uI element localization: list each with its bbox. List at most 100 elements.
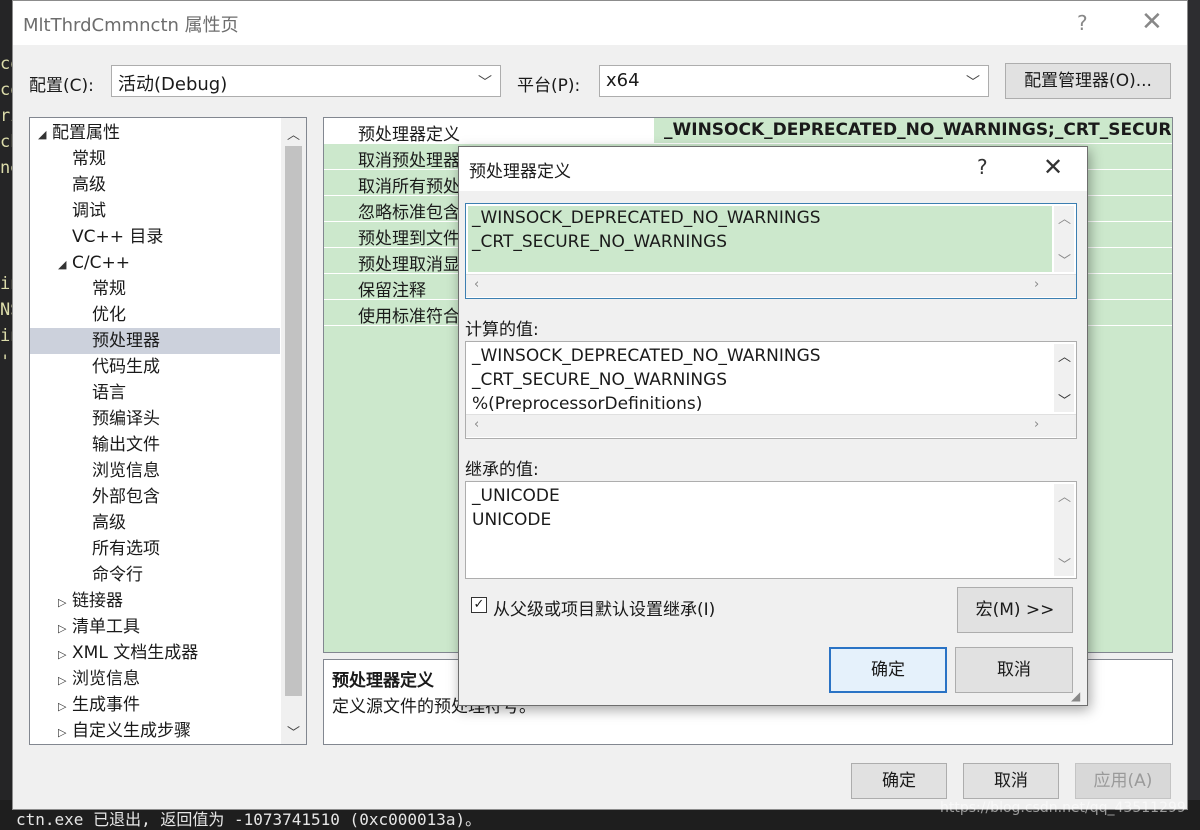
scroll-up-icon[interactable]: ︿ <box>1058 486 1071 505</box>
apply-button[interactable]: 应用(A) <box>1075 763 1171 799</box>
tree-item[interactable]: ▷ XML 文档生成器 <box>30 640 280 666</box>
inherited-line: _UNICODE <box>472 486 560 506</box>
edit-vscroll[interactable]: ︿ ﹀ <box>1054 206 1074 272</box>
scroll-left-icon[interactable]: ‹ <box>474 277 479 292</box>
tree-item-label: 常规 <box>92 279 126 299</box>
evaluated-line: %(PreprocessorDefinitions) <box>472 394 703 412</box>
config-manager-button[interactable]: 配置管理器(O)... <box>1005 63 1171 99</box>
tree-item-label: 语言 <box>92 383 126 403</box>
scroll-right-icon[interactable]: › <box>1034 277 1039 292</box>
scroll-down-icon[interactable]: ﹀ <box>1058 390 1071 409</box>
evaluated-hscroll[interactable]: ‹ › <box>466 414 1076 437</box>
tree-item[interactable]: 输出文件 <box>30 432 280 458</box>
config-select[interactable]: 活动(Debug) ﹀ <box>111 65 501 97</box>
tree-item[interactable]: 调试 <box>30 198 280 224</box>
tree-item[interactable]: 语言 <box>30 380 280 406</box>
edit-line: _CRT_SECURE_NO_WARNINGS <box>472 232 728 252</box>
inherited-line: UNICODE <box>472 510 552 530</box>
preprocessor-definitions-dialog: 预处理器定义 ? ✕ _WINSOCK_DEPRECATED_NO_WARNIN… <box>458 146 1088 706</box>
tree-item-label: 预处理器 <box>92 331 160 351</box>
macros-button[interactable]: 宏(M) >> <box>957 587 1073 633</box>
tree-item[interactable]: ▷ 自定义生成步骤 <box>30 718 280 744</box>
inherit-checkbox[interactable]: ✓ <box>471 597 487 613</box>
tree-item[interactable]: ▷ 浏览信息 <box>30 666 280 692</box>
expanded-triangle-icon[interactable]: ◢ <box>38 122 52 148</box>
tree-item-label: 生成事件 <box>72 695 140 715</box>
platform-select[interactable]: x64 ﹀ <box>599 65 989 97</box>
tree-item[interactable]: 高级 <box>30 510 280 536</box>
expanded-triangle-icon[interactable]: ◢ <box>58 252 72 278</box>
tree-item[interactable]: ◢ C/C++ <box>30 250 280 276</box>
resize-grip-icon[interactable]: ◢ <box>1071 689 1080 703</box>
tree-item[interactable]: 常规 <box>30 146 280 172</box>
tree-item[interactable]: ▷ 链接器 <box>30 588 280 614</box>
scroll-right-icon[interactable]: › <box>1034 417 1039 432</box>
tree-item[interactable]: 预编译头 <box>30 406 280 432</box>
collapsed-triangle-icon[interactable]: ▷ <box>58 694 72 720</box>
collapsed-triangle-icon[interactable]: ▷ <box>58 616 72 642</box>
tree-item[interactable]: ▷ 清单工具 <box>30 614 280 640</box>
tree-item[interactable]: 优化 <box>30 302 280 328</box>
ide-right-strip <box>1188 0 1200 828</box>
scroll-up-icon[interactable]: ︿ <box>1058 346 1071 365</box>
collapsed-triangle-icon[interactable]: ▷ <box>58 720 72 744</box>
tree-scrollbar[interactable]: ︿ ﹀ <box>281 118 306 744</box>
tree-item[interactable]: 外部包含 <box>30 484 280 510</box>
close-icon[interactable]: ✕ <box>1043 153 1063 181</box>
tree-item[interactable]: 所有选项 <box>30 536 280 562</box>
tree-item[interactable]: 高级 <box>30 172 280 198</box>
definitions-textarea[interactable]: _WINSOCK_DEPRECATED_NO_WARNINGS _CRT_SEC… <box>465 203 1077 299</box>
help-icon[interactable]: ? <box>977 155 988 179</box>
inherited-vscroll[interactable]: ︿ ﹀ <box>1054 484 1074 576</box>
scroll-up-icon[interactable]: ︿ <box>1058 208 1071 227</box>
tree-item-label: 浏览信息 <box>92 461 160 481</box>
grid-row[interactable]: 预处理器定义 _WINSOCK_DEPRECATED_NO_WARNINGS;_C… <box>324 118 1172 145</box>
inherited-value-box: _UNICODE UNICODE ︿ ﹀ <box>465 481 1077 579</box>
tree-item-label: 优化 <box>92 305 126 325</box>
inherited-label: 继承的值: <box>465 460 539 480</box>
close-icon[interactable]: ✕ <box>1141 7 1163 37</box>
cancel-button[interactable]: 取消 <box>963 763 1059 799</box>
chevron-down-icon: ﹀ <box>966 75 980 91</box>
dialog-title: MltThrdCmmnctn 属性页 <box>23 15 239 36</box>
chevron-down-icon: ﹀ <box>478 75 492 91</box>
scroll-up-icon[interactable]: ︿ <box>287 124 300 143</box>
scroll-down-icon[interactable]: ﹀ <box>1058 554 1071 573</box>
tree-item-label: 外部包含 <box>92 487 160 507</box>
grid-property-name: 预处理器定义 <box>358 125 460 145</box>
edit-hscroll[interactable]: ‹ › <box>466 274 1076 297</box>
scroll-left-icon[interactable]: ‹ <box>474 417 479 432</box>
tree-item[interactable]: ◢ 配置属性 <box>30 120 280 146</box>
evaluated-vscroll[interactable]: ︿ ﹀ <box>1054 344 1074 412</box>
subdialog-cancel-button[interactable]: 取消 <box>955 647 1073 693</box>
tree-item-label: XML 文档生成器 <box>72 643 199 663</box>
tree-item-label: 代码生成 <box>92 357 160 377</box>
tree-item-label: C/C++ <box>72 253 130 273</box>
scroll-down-icon[interactable]: ﹀ <box>1058 250 1071 269</box>
grid-property-name: 忽略标准包含 <box>358 203 460 223</box>
tree-item[interactable]: ▷ 生成事件 <box>30 692 280 718</box>
tree-item-label: 命令行 <box>92 565 143 585</box>
collapsed-triangle-icon[interactable]: ▷ <box>58 590 72 616</box>
tree-item[interactable]: 命令行 <box>30 562 280 588</box>
grid-property-value[interactable]: _WINSOCK_DEPRECATED_NO_WARNINGS;_CRT_SEC… <box>664 120 1172 140</box>
tree-item-label: 清单工具 <box>72 617 140 637</box>
tree-item[interactable]: 常规 <box>30 276 280 302</box>
help-icon[interactable]: ? <box>1077 11 1088 35</box>
scroll-down-icon[interactable]: ﹀ <box>287 722 300 741</box>
tree-item[interactable]: 预处理器 <box>30 328 280 354</box>
tree-item[interactable]: VC++ 目录 <box>30 224 280 250</box>
tree-item[interactable]: 代码生成 <box>30 354 280 380</box>
property-tree: ◢ 配置属性 常规 高级 调试 VC++ 目录 ◢ C/C++ 常规 优化 预处理器 代码生成 语言 预编… <box>29 117 307 745</box>
inherit-checkbox-label[interactable]: 从父级或项目默认设置继承(I) <box>493 595 715 620</box>
grid-property-name: 预处理取消显 <box>358 255 460 275</box>
collapsed-triangle-icon[interactable]: ▷ <box>58 642 72 668</box>
subdialog-ok-button[interactable]: 确定 <box>829 647 947 693</box>
tree-scroll-thumb[interactable] <box>285 146 302 696</box>
collapsed-triangle-icon[interactable]: ▷ <box>58 668 72 694</box>
evaluated-label: 计算的值: <box>465 320 539 340</box>
tree-item[interactable]: 浏览信息 <box>30 458 280 484</box>
tree-item-label: 高级 <box>92 513 126 533</box>
tree-item-label: 配置属性 <box>52 123 120 143</box>
ok-button[interactable]: 确定 <box>851 763 947 799</box>
